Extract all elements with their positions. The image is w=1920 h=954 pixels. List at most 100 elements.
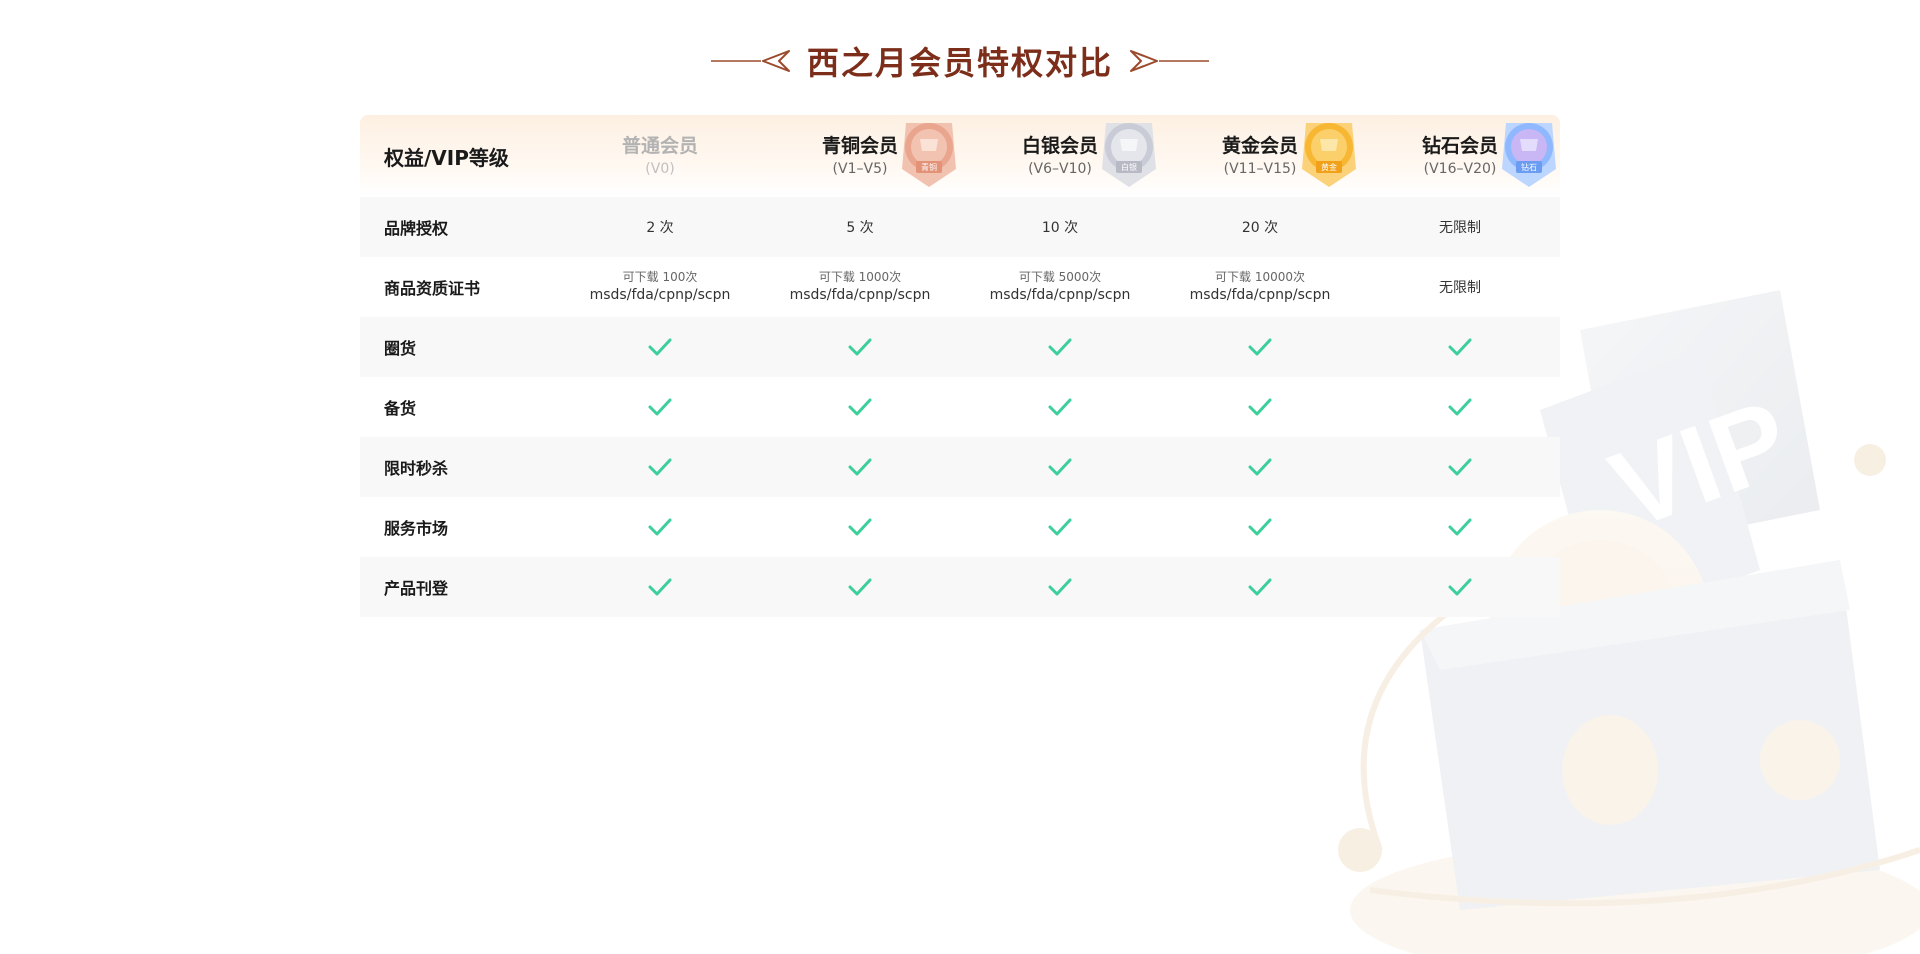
- table-cell: [1360, 397, 1560, 417]
- check-icon: [1448, 518, 1472, 536]
- medal-badge-icon: 钻石: [1502, 123, 1556, 187]
- table-cell: 可下载 1000次 msds/fda/cpnp/scpn: [760, 269, 960, 305]
- check-icon: [848, 458, 872, 476]
- badge-label: 黄金: [1321, 162, 1337, 172]
- table-cell: 5 次: [846, 220, 874, 236]
- table-cell: [1160, 337, 1360, 357]
- table-cell: 可下载 100次 msds/fda/cpnp/scpn: [560, 269, 760, 305]
- cert-types: msds/fda/cpnp/scpn: [589, 287, 731, 303]
- tier-name: 黄金会员: [1221, 135, 1298, 157]
- table-cell: [760, 397, 960, 417]
- check-icon: [1048, 338, 1072, 356]
- check-icon: [1248, 458, 1272, 476]
- check-icon: [1448, 338, 1472, 356]
- row-label: 品牌授权: [384, 219, 449, 238]
- table-cell: 可下载 10000次 msds/fda/cpnp/scpn: [1160, 269, 1360, 305]
- table-cell: [1160, 517, 1360, 537]
- table-cell: 无限制: [1439, 280, 1481, 296]
- badge-label: 白银: [1121, 162, 1137, 172]
- header-label: 权益/VIP等级: [384, 145, 509, 170]
- table-cell: [1160, 457, 1360, 477]
- badge-label: 钻石: [1521, 162, 1537, 172]
- check-icon: [648, 458, 672, 476]
- table-cell: [760, 457, 960, 477]
- table-cell: [760, 337, 960, 357]
- table-cell: 20 次: [1241, 220, 1279, 236]
- page: VIP 西之月会员特权对比 权益/VIP等级 普通会员 (V0) 青铜会员 (V…: [0, 0, 1920, 954]
- check-icon: [848, 578, 872, 596]
- cert-types: msds/fda/cpnp/scpn: [989, 287, 1131, 303]
- tier-range: (V6–V10): [1028, 161, 1092, 177]
- check-icon: [848, 518, 872, 536]
- privilege-comparison-table: 权益/VIP等级 普通会员 (V0) 青铜会员 (V1–V5) 青铜 白银会员: [360, 115, 1560, 617]
- table-cell: 2 次: [646, 220, 674, 236]
- tier-silver: 白银会员 (V6–V10) 白银: [960, 115, 1160, 197]
- medal-badge-icon: 白银: [1102, 123, 1156, 187]
- table-cell: [560, 337, 760, 357]
- table-cell: 无限制: [1439, 220, 1481, 236]
- tier-range: (V11–V15): [1223, 161, 1297, 177]
- table-row-check: 备货: [360, 377, 1560, 437]
- table-cell: [960, 517, 1160, 537]
- table-row-check: 圈货: [360, 317, 1560, 377]
- check-icon: [1448, 398, 1472, 416]
- table-cell: [560, 397, 760, 417]
- row-label: 产品刊登: [384, 579, 449, 598]
- check-icon: [648, 338, 672, 356]
- table-cell: [1360, 517, 1560, 537]
- tier-range: (V0): [645, 161, 675, 177]
- cert-download-count: 可下载 1000次: [818, 270, 902, 284]
- medal-badge-icon: 青铜: [902, 123, 956, 187]
- table-header-row: 权益/VIP等级 普通会员 (V0) 青铜会员 (V1–V5) 青铜 白银会员: [360, 115, 1560, 197]
- table-cell: [960, 577, 1160, 597]
- row-label: 服务市场: [384, 519, 449, 538]
- table-cell: [1160, 577, 1360, 597]
- check-icon: [648, 578, 672, 596]
- arrow-ornament-icon: [710, 50, 790, 72]
- table-cell: [560, 517, 760, 537]
- table-cell: [960, 457, 1160, 477]
- table-cell: [760, 517, 960, 537]
- tier-name: 白银会员: [1021, 135, 1098, 157]
- table-cell: [1360, 457, 1560, 477]
- tier-range: (V1–V5): [832, 161, 888, 177]
- tier-name: 青铜会员: [821, 135, 898, 157]
- check-icon: [1048, 398, 1072, 416]
- cert-download-count: 可下载 10000次: [1215, 270, 1305, 284]
- cert-download-count: 可下载 100次: [622, 270, 698, 284]
- table-cell: 可下载 5000次 msds/fda/cpnp/scpn: [960, 269, 1160, 305]
- check-icon: [1448, 578, 1472, 596]
- cert-download-count: 可下载 5000次: [1018, 270, 1102, 284]
- table-cell: [560, 457, 760, 477]
- table-cell: 10 次: [1041, 220, 1079, 236]
- tier-basic: 普通会员 (V0): [560, 115, 760, 197]
- tier-name: 普通会员: [621, 135, 698, 157]
- table-cell: [960, 337, 1160, 357]
- table-cell: [560, 577, 760, 597]
- tier-gold: 黄金会员 (V11–V15) 黄金: [1160, 115, 1360, 197]
- check-icon: [848, 398, 872, 416]
- row-label: 商品资质证书: [384, 279, 481, 298]
- table-row-check: 产品刊登: [360, 557, 1560, 617]
- tier-name: 钻石会员: [1421, 135, 1498, 157]
- table-cell: [1160, 397, 1360, 417]
- badge-label: 青铜: [921, 162, 937, 172]
- tier-diamond: 钻石会员 (V16–V20) 钻石: [1360, 115, 1560, 197]
- check-icon: [1448, 458, 1472, 476]
- table-cell: [960, 397, 1160, 417]
- table-row-cert: 商品资质证书 可下载 100次 msds/fda/cpnp/scpn 可下载 1…: [360, 257, 1560, 317]
- check-icon: [1248, 518, 1272, 536]
- check-icon: [1248, 578, 1272, 596]
- arrow-ornament-icon: [1130, 50, 1209, 72]
- page-title-bar: 西之月会员特权对比: [0, 38, 1920, 84]
- check-icon: [648, 518, 672, 536]
- check-icon: [1048, 578, 1072, 596]
- check-icon: [848, 338, 872, 356]
- row-label: 备货: [384, 399, 417, 418]
- check-icon: [648, 398, 672, 416]
- medal-badge-icon: 黄金: [1302, 123, 1356, 187]
- check-icon: [1048, 518, 1072, 536]
- page-title: 西之月会员特权对比: [806, 44, 1113, 82]
- table-row-check: 限时秒杀: [360, 437, 1560, 497]
- check-icon: [1048, 458, 1072, 476]
